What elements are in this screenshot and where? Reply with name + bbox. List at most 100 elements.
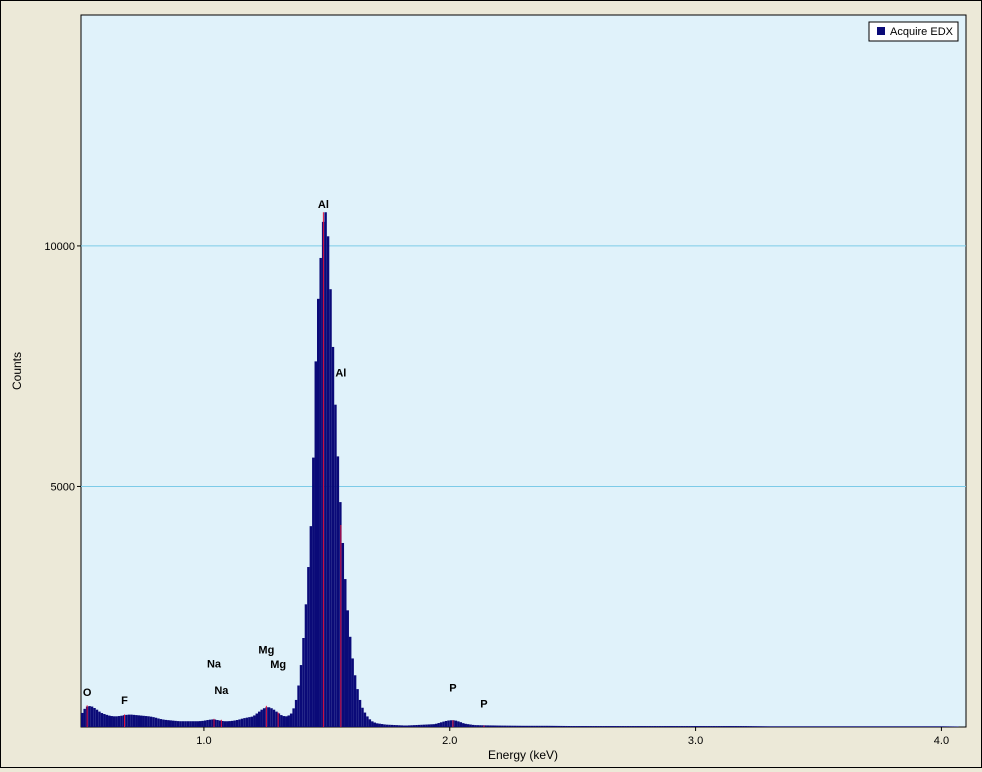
spectrum-bar [702, 726, 706, 727]
x-tick-label: 4.0 [934, 735, 949, 747]
spectrum-bar [732, 726, 735, 727]
spectrum-bar [580, 726, 583, 727]
spectrum-bar [614, 726, 617, 727]
spectrum-bar [658, 726, 662, 727]
spectrum-bar [240, 718, 244, 727]
spectrum-bar [459, 722, 463, 727]
spectrum-bar [602, 726, 605, 727]
spectrum-bar [535, 725, 539, 727]
spectrum-bar [678, 726, 681, 727]
spectrum-bar [570, 726, 573, 727]
legend[interactable]: Acquire EDX [868, 21, 959, 42]
spectrum-bar [105, 714, 109, 727]
spectrum-bar [919, 726, 922, 727]
spectrum-bar [582, 726, 585, 727]
spectrum-bar [747, 726, 750, 727]
spectrum-bar [410, 725, 413, 727]
spectrum-bar [508, 725, 512, 727]
spectrum-bar [100, 713, 104, 727]
spectrum-bar [189, 721, 192, 727]
spectrum-bar [98, 711, 101, 727]
spectrum-bar [816, 726, 819, 727]
spectrum-bar [228, 721, 231, 727]
spectrum-bar [914, 726, 917, 727]
spectrum-bar [793, 726, 797, 727]
spectrum-bar [238, 719, 241, 727]
spectrum-bar [592, 726, 595, 727]
spectrum-bar [889, 726, 893, 727]
spectrum-bar [916, 726, 920, 727]
spectrum-bar [346, 610, 349, 727]
spectrum-bar [904, 726, 907, 727]
spectrum-bar [435, 723, 438, 727]
spectrum-bar [179, 721, 182, 727]
spectrum-bar [722, 726, 726, 727]
spectrum-bar [272, 709, 276, 727]
spectrum-bar [870, 726, 873, 727]
spectrum-bar [624, 726, 627, 727]
legend-swatch [877, 27, 885, 35]
spectrum-bar [806, 726, 809, 727]
spectrum-bar [848, 726, 851, 727]
spectrum-bar [683, 726, 686, 727]
spectrum-bar [707, 726, 711, 727]
spectrum-bar [511, 725, 514, 727]
spectrum-bar [759, 726, 762, 727]
spectrum-bar [439, 722, 443, 727]
spectrum-bar [149, 716, 153, 727]
spectrum-bar [361, 707, 364, 727]
spectrum-bar [887, 726, 890, 727]
spectrum-bar [334, 404, 337, 727]
spectrum-bar [951, 726, 954, 727]
spectrum-bar [380, 724, 384, 727]
spectrum-bar [474, 725, 477, 727]
spectrum-bar [710, 726, 713, 727]
spectrum-bar [103, 714, 106, 727]
spectrum-bar [550, 725, 553, 727]
spectrum-bar [518, 725, 522, 727]
spectrum-bar [184, 721, 187, 727]
spectrum-bar [363, 712, 367, 727]
spectrum-bar [921, 726, 925, 727]
spectrum-bar [894, 726, 898, 727]
spectrum-bar [538, 725, 541, 727]
spectrum-bar [784, 726, 787, 727]
spectrum-bar [835, 726, 839, 727]
spectrum-bar [476, 725, 480, 727]
spectrum-bar [447, 720, 450, 727]
spectrum-bar [575, 726, 578, 727]
spectrum-bar [120, 715, 123, 727]
spectrum-bar [685, 726, 689, 727]
spectrum-bar [931, 726, 935, 727]
spectrum-bar [855, 726, 858, 727]
spectrum-bar [567, 726, 571, 727]
spectrum-bar [218, 720, 222, 727]
spectrum-bar [597, 726, 600, 727]
spectrum-bar [530, 725, 534, 727]
spectrum-bar [501, 725, 504, 727]
spectrum-bar [867, 726, 871, 727]
plot-area [80, 14, 967, 728]
spectrum-bar [877, 726, 880, 727]
spectrum-bar [137, 715, 140, 727]
spectrum-bar [648, 726, 652, 727]
spectrum-bar [838, 726, 841, 727]
spectrum-bar [307, 567, 310, 727]
peak-label-o: O [83, 687, 92, 699]
spectrum-bar [208, 719, 212, 727]
spectrum-bar [270, 708, 273, 727]
peak-label-na: Na [214, 685, 229, 697]
spectrum-bar [884, 726, 888, 727]
spectrum-bar [245, 717, 249, 727]
spectrum-bar [154, 717, 158, 727]
spectrum-bar [843, 726, 846, 727]
spectrum-bar [565, 725, 568, 727]
spectrum-bar [764, 726, 767, 727]
spectrum-bar [562, 725, 566, 727]
spectrum-bar [132, 714, 136, 727]
spectrum-bar [744, 726, 748, 727]
spectrum-bar [287, 715, 290, 727]
spectrum-bar [147, 716, 150, 727]
spectrum-bar [280, 715, 283, 727]
spectrum-bar [329, 289, 332, 727]
